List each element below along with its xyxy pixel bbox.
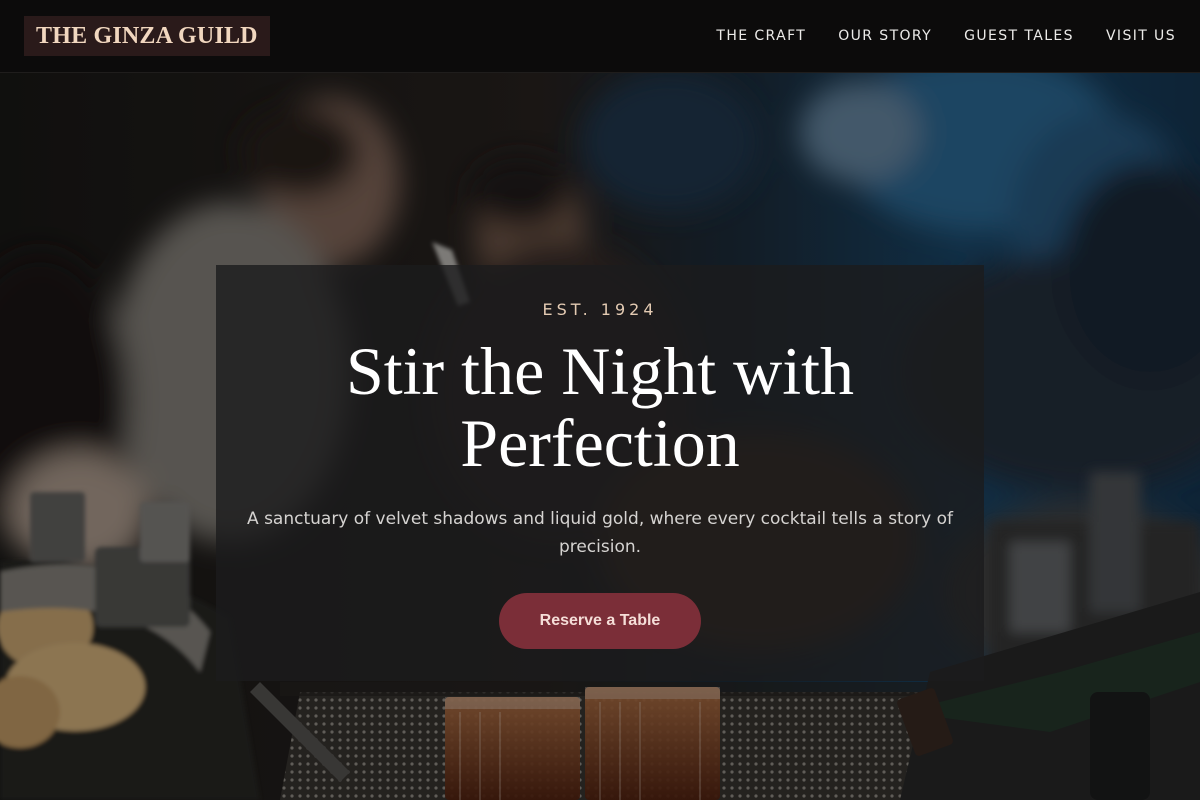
hero-headline: Stir the Night with Perfection: [345, 333, 855, 481]
site-header: THE GINZA GUILD THE CRAFT OUR STORY GUES…: [0, 0, 1200, 73]
nav-link-visit-us[interactable]: VISIT US: [1106, 28, 1176, 44]
brand-logo[interactable]: THE GINZA GUILD: [24, 16, 270, 56]
main-nav: THE CRAFT OUR STORY GUEST TALES VISIT US: [716, 0, 1176, 72]
nav-link-our-story[interactable]: OUR STORY: [838, 28, 932, 44]
hero-subtitle: A sanctuary of velvet shadows and liquid…: [247, 509, 953, 557]
reserve-table-button[interactable]: Reserve a Table: [499, 593, 701, 649]
nav-link-guest-tales[interactable]: GUEST TALES: [964, 28, 1074, 44]
hero-card: EST. 1924 Stir the Night with Perfection…: [216, 265, 984, 681]
established-label: EST. 1924: [542, 300, 658, 319]
nav-link-the-craft[interactable]: THE CRAFT: [716, 28, 806, 44]
